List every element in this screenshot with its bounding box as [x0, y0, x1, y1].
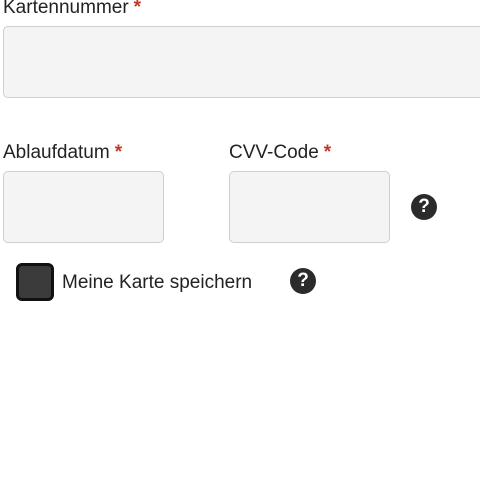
expiry-date-label-text: Ablaufdatum — [3, 142, 110, 163]
cvv-help-icon[interactable]: ? — [411, 194, 437, 220]
required-asterisk: * — [323, 142, 332, 163]
save-card-checkbox[interactable] — [16, 263, 54, 301]
expiry-date-label: Ablaufdatum * — [3, 142, 122, 164]
save-card-label: Meine Karte speichern — [62, 272, 253, 293]
expiry-date-input[interactable] — [3, 171, 164, 243]
cvv-label-text: CVV-Code — [229, 142, 319, 163]
required-asterisk: * — [114, 142, 123, 163]
cvv-input[interactable] — [229, 171, 390, 243]
cvv-label: CVV-Code * — [229, 142, 331, 164]
save-card-help-icon[interactable]: ? — [290, 268, 316, 294]
card-number-input[interactable] — [3, 26, 480, 98]
card-number-label: Kartennummer * — [3, 0, 141, 19]
required-asterisk: * — [133, 0, 142, 18]
card-number-label-text: Kartennummer — [3, 0, 129, 18]
